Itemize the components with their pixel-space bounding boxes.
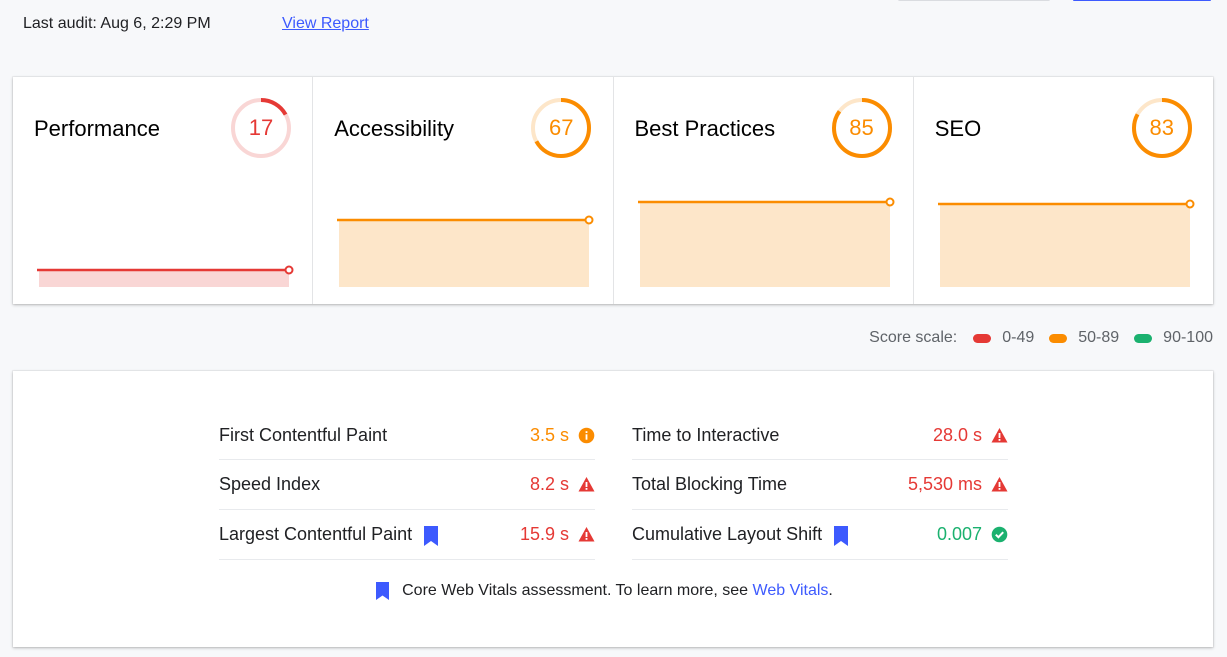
average-swatch-icon bbox=[1049, 333, 1068, 343]
scale-range: 50-89 bbox=[1078, 329, 1120, 346]
metric-row: Largest Contentful Paint 15.9 s bbox=[219, 510, 595, 560]
metric-value: 28.0 s bbox=[932, 424, 982, 445]
score-gauge: 85 bbox=[831, 97, 893, 159]
score-trend-chart bbox=[337, 187, 595, 287]
footnote-suffix: . bbox=[828, 582, 833, 599]
score-value: 17 bbox=[248, 115, 274, 140]
category-title: SEO bbox=[934, 116, 982, 141]
trend-area bbox=[39, 270, 289, 287]
metric-value: 15.9 s bbox=[519, 524, 569, 544]
metric-row: Speed Index 8.2 s bbox=[219, 460, 595, 510]
category-cards: Performance 17 Accessibility 67 Best Pra… bbox=[13, 77, 1213, 304]
view-report-link[interactable]: View Report bbox=[282, 13, 369, 35]
category-card-accessibility[interactable]: Accessibility 67 bbox=[313, 77, 614, 304]
metric-label: Time to Interactive bbox=[632, 424, 780, 445]
category-title: Accessibility bbox=[334, 116, 455, 141]
footnote-text: Core Web Vitals assessment. To learn mor… bbox=[402, 582, 753, 599]
top-tab-stub bbox=[898, 0, 1050, 1]
score-gauge: 17 bbox=[230, 97, 292, 159]
trend-area bbox=[339, 220, 590, 287]
trend-point bbox=[584, 215, 594, 225]
scale-range: 90-100 bbox=[1163, 329, 1213, 346]
trend-area bbox=[939, 204, 1190, 287]
warning-triangle-icon bbox=[578, 526, 595, 543]
warning-triangle-icon bbox=[991, 476, 1008, 493]
core-web-vital-bookmark-icon bbox=[834, 525, 849, 546]
last-audit: Last audit: Aug 6, 2:29 PM bbox=[23, 13, 211, 35]
category-card-performance[interactable]: Performance 17 bbox=[13, 77, 314, 304]
trend-point bbox=[1185, 199, 1195, 209]
fail-swatch-icon bbox=[973, 333, 992, 343]
metrics-grid: First Contentful Paint 3.5 s Speed Index… bbox=[219, 411, 1008, 560]
metric-value: 5,530 ms bbox=[907, 474, 982, 494]
metric-label: Largest Contentful Paint bbox=[219, 524, 413, 544]
metric-value: 0.007 bbox=[936, 524, 982, 544]
web-vitals-link[interactable]: Web Vitals bbox=[753, 582, 829, 600]
metric-value: 8.2 s bbox=[529, 474, 569, 494]
metric-label: Cumulative Layout Shift bbox=[632, 524, 823, 544]
category-card-best-practices[interactable]: Best Practices 85 bbox=[614, 77, 914, 304]
score-gauge: 67 bbox=[530, 97, 592, 159]
metric-row: Total Blocking Time 5,530 ms bbox=[632, 460, 1008, 510]
check-circle-icon bbox=[991, 526, 1008, 543]
core-web-vital-bookmark-icon bbox=[424, 525, 439, 546]
last-audit-text: Last audit: Aug 6, 2:29 PM bbox=[23, 15, 211, 32]
score-value: 83 bbox=[1149, 115, 1174, 140]
warning-triangle-icon bbox=[578, 476, 595, 493]
metric-label: Speed Index bbox=[219, 474, 321, 494]
top-tab-active-stub bbox=[1073, 0, 1211, 1]
category-title: Best Practices bbox=[634, 116, 776, 141]
score-scale-label: Score scale: bbox=[869, 329, 958, 346]
score-trend-chart bbox=[37, 187, 295, 287]
score-gauge: 83 bbox=[1131, 97, 1193, 159]
category-title: Performance bbox=[34, 116, 160, 141]
trend-point bbox=[284, 265, 294, 275]
trend-area bbox=[639, 202, 890, 287]
metrics-panel: First Contentful Paint 3.5 s Speed Index… bbox=[13, 371, 1213, 647]
scale-item-average: 50-89 bbox=[1049, 329, 1119, 347]
pass-swatch-icon bbox=[1134, 333, 1153, 343]
metric-row: Cumulative Layout Shift 0.007 bbox=[632, 510, 1008, 560]
scale-range: 0-49 bbox=[1002, 329, 1035, 346]
metric-row: Time to Interactive 28.0 s bbox=[632, 411, 1008, 460]
core-web-vitals-footnote: Core Web Vitals assessment. To learn mor… bbox=[13, 582, 1213, 600]
score-trend-chart bbox=[937, 187, 1196, 287]
metrics-column-right: Time to Interactive 28.0 s Total Blockin… bbox=[632, 411, 1008, 560]
category-card-seo[interactable]: SEO 83 bbox=[914, 77, 1213, 304]
metrics-column-left: First Contentful Paint 3.5 s Speed Index… bbox=[219, 411, 595, 560]
warning-triangle-icon bbox=[991, 427, 1008, 444]
score-value: 67 bbox=[549, 115, 574, 140]
scale-item-fail: 0-49 bbox=[973, 329, 1034, 347]
trend-point bbox=[885, 197, 894, 207]
scale-item-pass: 90-100 bbox=[1134, 329, 1213, 347]
metric-value: 3.5 s bbox=[529, 424, 569, 445]
metric-label: First Contentful Paint bbox=[219, 424, 388, 445]
bookmark-icon bbox=[376, 582, 390, 600]
score-scale-legend: Score scale: 0-49 50-89 90-100 bbox=[869, 328, 1213, 348]
score-value: 85 bbox=[849, 115, 874, 140]
metric-label: Total Blocking Time bbox=[632, 474, 788, 494]
info-circle-icon bbox=[578, 427, 595, 444]
score-trend-chart bbox=[637, 187, 896, 287]
metric-row: First Contentful Paint 3.5 s bbox=[219, 411, 595, 460]
